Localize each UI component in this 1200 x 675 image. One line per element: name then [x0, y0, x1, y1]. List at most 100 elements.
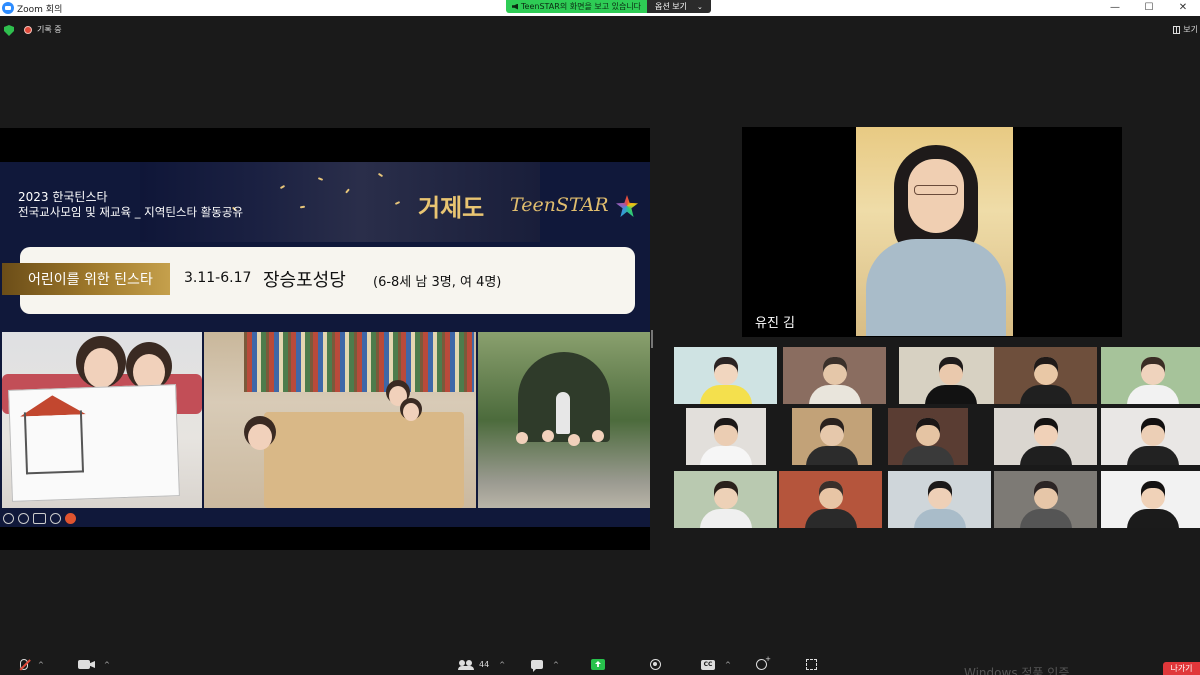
record-button[interactable]: [650, 658, 661, 671]
participant-body: [1126, 446, 1179, 465]
chevron-up-icon[interactable]: ^: [104, 661, 110, 669]
shared-screen: 2023 한국틴스타 전국교사모임 및 재교육 _ 지역틴스타 활동공유 거제도…: [0, 128, 650, 550]
child-face: [84, 348, 118, 388]
participant-face: [818, 481, 843, 509]
slide-title-line1: 2023 한국틴스타: [18, 190, 108, 204]
slide-title-line2: 전국교사모임 및 재교육 _ 지역틴스타 활동공유: [18, 205, 244, 219]
reactions-button[interactable]: [756, 655, 771, 671]
participant-tile[interactable]: [1101, 471, 1200, 528]
participant-face: [713, 357, 738, 385]
participant-tile[interactable]: [686, 408, 766, 465]
participant-face: [916, 418, 940, 446]
grid-view-icon: [1173, 25, 1181, 34]
statue: [556, 392, 570, 434]
chevron-up-icon[interactable]: ^: [725, 661, 731, 669]
participant-tile[interactable]: [1101, 347, 1200, 404]
video-button[interactable]: ^: [78, 658, 110, 671]
participant-tile[interactable]: [674, 347, 777, 404]
participant-face: [713, 481, 738, 509]
participant-tile[interactable]: [994, 471, 1097, 528]
view-label: 보기: [1183, 25, 1198, 34]
participant-tile[interactable]: [899, 347, 1002, 404]
minimize-button[interactable]: —: [1098, 0, 1132, 16]
participant-tile[interactable]: [994, 408, 1097, 465]
captions-button[interactable]: CC ^: [701, 658, 731, 671]
view-button[interactable]: 보기: [1173, 24, 1198, 35]
participant-tile[interactable]: [779, 471, 882, 528]
participant-tile[interactable]: [888, 408, 968, 465]
participant-body: [924, 385, 977, 404]
program-tab: 어린이를 위한 틴스타: [2, 263, 170, 295]
view-options-label: 옵션 보기: [655, 2, 688, 11]
close-button[interactable]: ✕: [1166, 0, 1200, 16]
participant-gallery: [674, 347, 1200, 529]
participant-body: [1019, 509, 1072, 528]
share-screen-button[interactable]: [591, 658, 605, 671]
more-icon[interactable]: [50, 513, 61, 524]
maximize-button[interactable]: ☐: [1132, 0, 1166, 16]
split-view-handle[interactable]: [651, 330, 653, 348]
zoom-logo-icon: [2, 2, 14, 14]
photo-classroom: [204, 332, 476, 508]
chevron-down-icon: ⌄: [697, 2, 703, 11]
program-participants: (6-8세 남 3명, 여 4명): [373, 275, 502, 290]
share-status: TeenSTAR의 화면을 보고 있습니다: [506, 0, 648, 13]
fullscreen-button[interactable]: [806, 658, 817, 671]
participant-face: [1033, 357, 1058, 385]
program-place: 장승포성당: [263, 270, 346, 291]
speaker-face: [908, 159, 964, 233]
fullscreen-icon: [806, 659, 817, 670]
chevron-up-icon[interactable]: ^: [38, 661, 44, 669]
participants-icon: [458, 659, 474, 670]
table: [264, 412, 464, 508]
participants-button[interactable]: 44 ^: [458, 658, 505, 671]
recording-label: 기록 중: [37, 25, 62, 34]
laser-icon[interactable]: [65, 513, 76, 524]
shield-icon[interactable]: [4, 25, 14, 36]
windows-activation-watermark: Windows 정품 인증: [964, 666, 1070, 675]
chevron-up-icon[interactable]: ^: [499, 661, 505, 669]
slide-controls: [3, 513, 76, 524]
active-speaker-video[interactable]: [856, 127, 1013, 336]
participant-tile[interactable]: [888, 471, 991, 528]
participant-body: [1126, 509, 1179, 528]
participant-body: [902, 446, 954, 465]
recording-indicator[interactable]: 기록 중: [24, 24, 62, 35]
photo-children-drawing: [2, 332, 202, 508]
participant-face: [1033, 481, 1058, 509]
camera-icon: [78, 660, 90, 669]
microphone-muted-icon: [20, 659, 28, 670]
drawing-paper: [8, 384, 180, 502]
mute-button[interactable]: ^: [20, 658, 44, 671]
chat-button[interactable]: ^: [531, 658, 559, 671]
view-options-button[interactable]: 옵션 보기 ⌄: [647, 0, 711, 13]
participant-tile[interactable]: [792, 408, 872, 465]
participant-body: [806, 446, 858, 465]
child-face: [542, 430, 554, 442]
star-icon: [616, 195, 638, 217]
speaker-icon: [512, 3, 518, 10]
captions-icon[interactable]: [33, 513, 46, 524]
leave-button[interactable]: 나가기: [1163, 662, 1200, 675]
pen-icon[interactable]: [18, 513, 29, 524]
reaction-icon: [756, 655, 771, 670]
participant-body: [913, 509, 966, 528]
record-icon: [650, 659, 661, 670]
participant-face: [822, 357, 847, 385]
participant-face: [938, 357, 963, 385]
participants-count: 44: [479, 660, 490, 669]
participant-face: [1140, 357, 1165, 385]
participant-tile[interactable]: [994, 347, 1097, 404]
share-banner: TeenSTAR의 화면을 보고 있습니다 옵션 보기 ⌄: [506, 0, 711, 13]
participant-tile[interactable]: [1101, 408, 1200, 465]
slide-logo-english: TeenSTAR: [510, 194, 609, 216]
child-face: [403, 403, 419, 421]
participant-body: [804, 509, 857, 528]
participant-tile[interactable]: [783, 347, 886, 404]
chevron-up-icon[interactable]: ^: [553, 661, 559, 669]
participant-body: [808, 385, 861, 404]
window-controls: — ☐ ✕: [1098, 0, 1200, 16]
drawing-house: [23, 410, 85, 475]
previous-slide-icon[interactable]: [3, 513, 14, 524]
participant-tile[interactable]: [674, 471, 777, 528]
